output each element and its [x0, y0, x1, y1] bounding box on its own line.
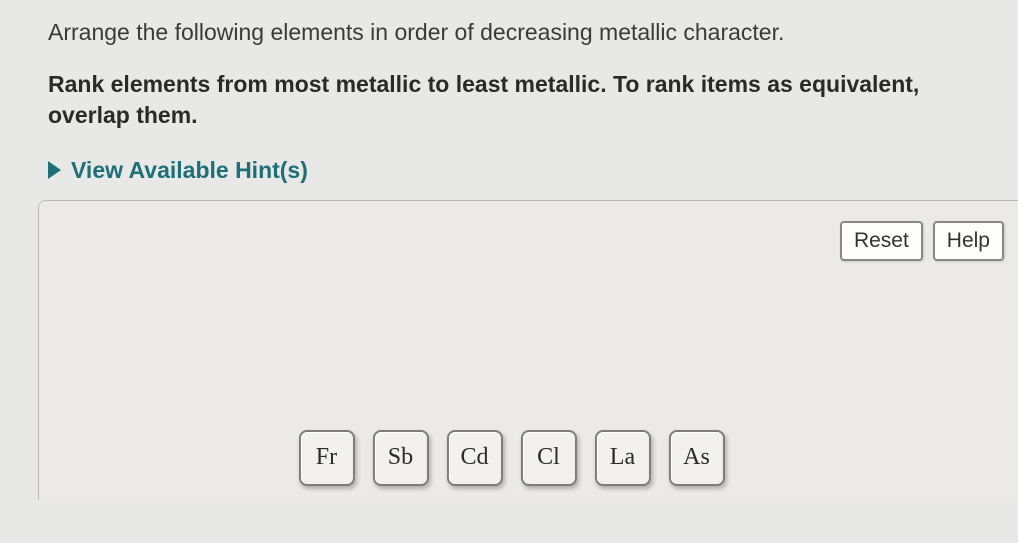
question-text: Arrange the following elements in order …: [48, 18, 990, 47]
element-tile-cl[interactable]: Cl: [520, 430, 576, 486]
ranking-canvas[interactable]: Reset Help Fr Sb Cd Cl La As: [38, 200, 1018, 500]
reset-button[interactable]: Reset: [840, 221, 923, 261]
view-hints-toggle[interactable]: View Available Hint(s): [48, 157, 990, 184]
element-tile-as[interactable]: As: [668, 430, 724, 486]
instruction-text: Rank elements from most metallic to leas…: [48, 69, 990, 131]
question-container: Arrange the following elements in order …: [0, 0, 1018, 500]
chevron-right-icon: [48, 161, 61, 179]
element-tile-la[interactable]: La: [594, 430, 650, 486]
hints-label: View Available Hint(s): [71, 157, 308, 184]
element-tile-sb[interactable]: Sb: [372, 430, 428, 486]
canvas-toolbar: Reset Help: [840, 221, 1004, 261]
element-tile-fr[interactable]: Fr: [298, 430, 354, 486]
help-button[interactable]: Help: [933, 221, 1004, 261]
element-tiles-row: Fr Sb Cd Cl La As: [298, 430, 724, 486]
element-tile-cd[interactable]: Cd: [446, 430, 502, 486]
